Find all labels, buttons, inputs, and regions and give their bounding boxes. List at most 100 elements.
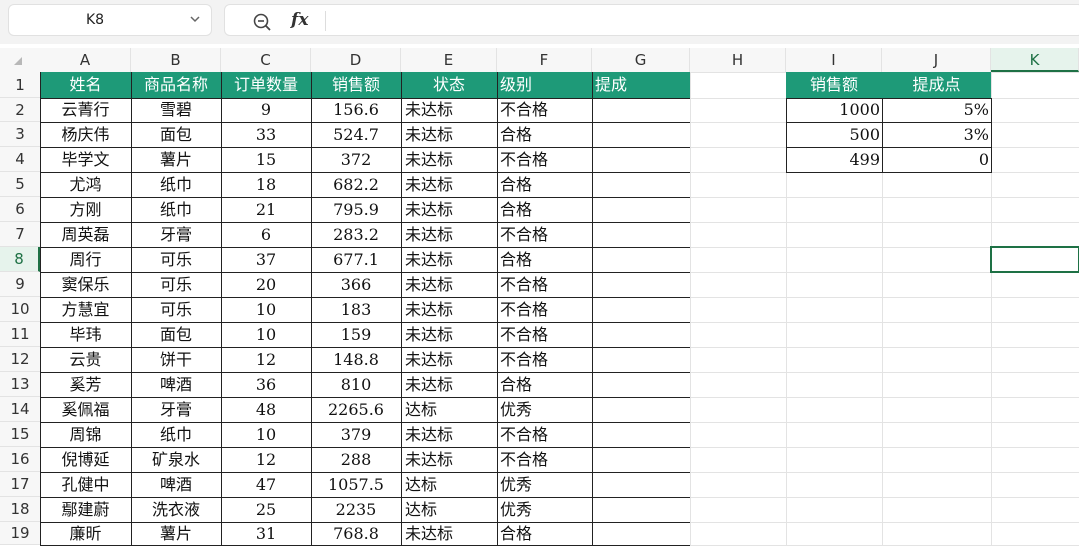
data-cell-a3[interactable]: 杨庆伟 — [40, 122, 131, 147]
data-cell-c12[interactable]: 12 — [221, 347, 311, 372]
lookup-header-j[interactable]: 提成点 — [882, 72, 991, 98]
data-cell-c6[interactable]: 21 — [221, 197, 311, 222]
data-cell-g17[interactable] — [592, 472, 690, 497]
zoom-out-icon[interactable] — [252, 12, 272, 32]
data-cell-e5[interactable]: 未达标 — [401, 172, 497, 197]
data-cell-e6[interactable]: 未达标 — [401, 197, 497, 222]
row-header-5[interactable]: 5 — [0, 172, 40, 197]
data-cell-f14[interactable]: 优秀 — [497, 397, 592, 422]
data-cell-f19[interactable]: 合格 — [497, 522, 592, 545]
data-cell-d7[interactable]: 283.2 — [311, 222, 401, 247]
function-icon[interactable]: fx — [291, 10, 308, 30]
data-cell-a11[interactable]: 毕玮 — [40, 322, 131, 347]
data-cell-d17[interactable]: 1057.5 — [311, 472, 401, 497]
data-cell-c17[interactable]: 47 — [221, 472, 311, 497]
data-cell-e9[interactable]: 未达标 — [401, 272, 497, 297]
column-header-b[interactable]: B — [131, 48, 221, 72]
row-header-2[interactable]: 2 — [0, 98, 40, 122]
lookup-header-i[interactable]: 销售额 — [786, 72, 882, 98]
data-cell-b8[interactable]: 可乐 — [131, 247, 221, 272]
row-header-14[interactable]: 14 — [0, 397, 40, 422]
data-cell-d6[interactable]: 795.9 — [311, 197, 401, 222]
data-cell-f16[interactable]: 不合格 — [497, 447, 592, 472]
data-cell-f5[interactable]: 合格 — [497, 172, 592, 197]
data-cell-g12[interactable] — [592, 347, 690, 372]
row-header-10[interactable]: 10 — [0, 297, 40, 322]
data-cell-c8[interactable]: 37 — [221, 247, 311, 272]
column-header-d[interactable]: D — [311, 48, 401, 72]
data-cell-b9[interactable]: 可乐 — [131, 272, 221, 297]
data-cell-a16[interactable]: 倪博延 — [40, 447, 131, 472]
column-header-h[interactable]: H — [690, 48, 786, 72]
row-header-13[interactable]: 13 — [0, 372, 40, 397]
data-cell-c2[interactable]: 9 — [221, 98, 311, 122]
data-cell-a7[interactable]: 周英磊 — [40, 222, 131, 247]
header-cell-c[interactable]: 订单数量 — [221, 72, 311, 98]
data-cell-b2[interactable]: 雪碧 — [131, 98, 221, 122]
data-cell-b3[interactable]: 面包 — [131, 122, 221, 147]
data-cell-g8[interactable] — [592, 247, 690, 272]
data-cell-c9[interactable]: 20 — [221, 272, 311, 297]
data-cell-c18[interactable]: 25 — [221, 497, 311, 522]
row-header-18[interactable]: 18 — [0, 497, 40, 522]
data-cell-c10[interactable]: 10 — [221, 297, 311, 322]
lookup-cell-j2[interactable]: 5% — [882, 98, 991, 122]
data-cell-f12[interactable]: 不合格 — [497, 347, 592, 372]
data-cell-d13[interactable]: 810 — [311, 372, 401, 397]
data-cell-g10[interactable] — [592, 297, 690, 322]
data-cell-g5[interactable] — [592, 172, 690, 197]
column-header-g[interactable]: G — [592, 48, 690, 72]
data-cell-g6[interactable] — [592, 197, 690, 222]
data-cell-b16[interactable]: 矿泉水 — [131, 447, 221, 472]
data-cell-d8[interactable]: 677.1 — [311, 247, 401, 272]
data-cell-b17[interactable]: 啤酒 — [131, 472, 221, 497]
header-cell-d[interactable]: 销售额 — [311, 72, 401, 98]
data-cell-f6[interactable]: 合格 — [497, 197, 592, 222]
row-header-19[interactable]: 19 — [0, 522, 40, 545]
lookup-cell-i4[interactable]: 499 — [786, 147, 882, 172]
row-header-12[interactable]: 12 — [0, 347, 40, 372]
data-cell-e12[interactable]: 未达标 — [401, 347, 497, 372]
data-cell-d9[interactable]: 366 — [311, 272, 401, 297]
data-cell-c14[interactable]: 48 — [221, 397, 311, 422]
data-cell-f10[interactable]: 不合格 — [497, 297, 592, 322]
row-header-7[interactable]: 7 — [0, 222, 40, 247]
column-header-e[interactable]: E — [401, 48, 497, 72]
data-cell-a10[interactable]: 方慧宜 — [40, 297, 131, 322]
row-header-17[interactable]: 17 — [0, 472, 40, 497]
data-cell-g18[interactable] — [592, 497, 690, 522]
data-cell-e2[interactable]: 未达标 — [401, 98, 497, 122]
data-cell-d18[interactable]: 2235 — [311, 497, 401, 522]
row-header-6[interactable]: 6 — [0, 197, 40, 222]
data-cell-a19[interactable]: 廉昕 — [40, 522, 131, 545]
data-cell-c5[interactable]: 18 — [221, 172, 311, 197]
data-cell-b19[interactable]: 薯片 — [131, 522, 221, 545]
data-cell-b12[interactable]: 饼干 — [131, 347, 221, 372]
data-cell-a15[interactable]: 周锦 — [40, 422, 131, 447]
data-cell-g3[interactable] — [592, 122, 690, 147]
data-cell-d15[interactable]: 379 — [311, 422, 401, 447]
data-cell-e19[interactable]: 未达标 — [401, 522, 497, 545]
data-cell-e17[interactable]: 达标 — [401, 472, 497, 497]
data-cell-a2[interactable]: 云菁行 — [40, 98, 131, 122]
data-cell-a13[interactable]: 奚芳 — [40, 372, 131, 397]
column-header-j[interactable]: J — [882, 48, 991, 72]
formula-input[interactable] — [335, 12, 1075, 30]
header-cell-b[interactable]: 商品名称 — [131, 72, 221, 98]
data-cell-f8[interactable]: 合格 — [497, 247, 592, 272]
data-cell-b4[interactable]: 薯片 — [131, 147, 221, 172]
data-cell-f13[interactable]: 合格 — [497, 372, 592, 397]
data-cell-c13[interactable]: 36 — [221, 372, 311, 397]
chevron-down-icon[interactable] — [187, 11, 203, 27]
lookup-cell-i3[interactable]: 500 — [786, 122, 882, 147]
data-cell-f17[interactable]: 优秀 — [497, 472, 592, 497]
data-cell-c19[interactable]: 31 — [221, 522, 311, 545]
header-cell-a[interactable]: 姓名 — [40, 72, 131, 98]
data-cell-d12[interactable]: 148.8 — [311, 347, 401, 372]
selected-cell[interactable] — [990, 246, 1079, 273]
select-all-corner[interactable] — [0, 48, 40, 72]
data-cell-d3[interactable]: 524.7 — [311, 122, 401, 147]
column-header-c[interactable]: C — [221, 48, 311, 72]
data-cell-f15[interactable]: 不合格 — [497, 422, 592, 447]
row-header-3[interactable]: 3 — [0, 122, 40, 147]
